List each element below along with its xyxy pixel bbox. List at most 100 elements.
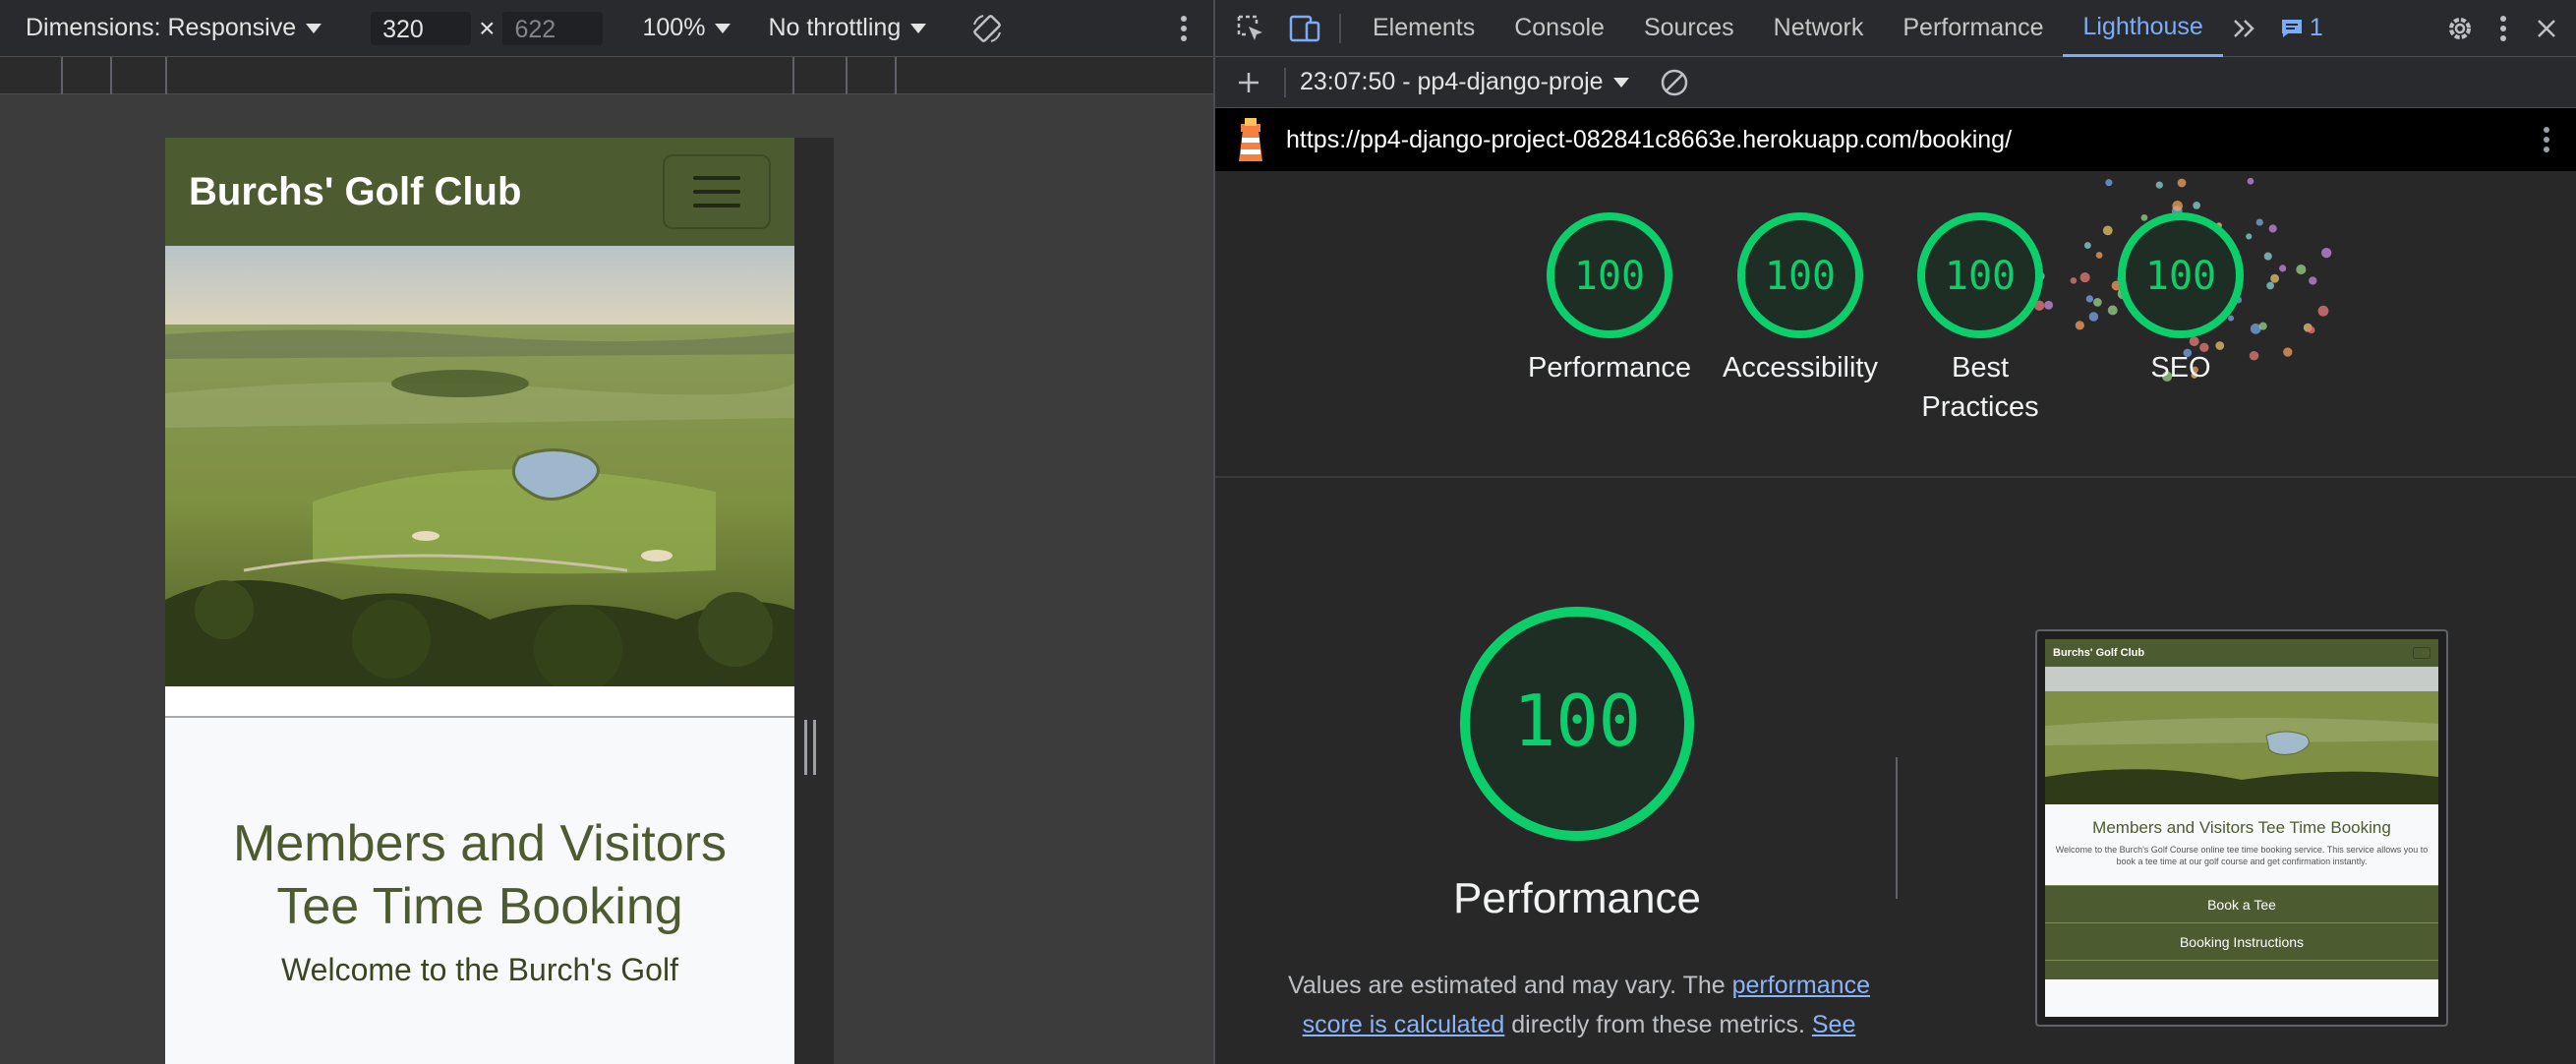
confetti-dot bbox=[2070, 277, 2078, 284]
confetti-decoration bbox=[2033, 177, 2332, 382]
dimensions-dropdown[interactable]: Dimensions: Responsive bbox=[26, 14, 322, 42]
gauge-accessibility-label: Accessibility bbox=[1723, 352, 1878, 384]
throttling-label: No throttling bbox=[768, 14, 902, 41]
issues-count: 1 bbox=[2309, 14, 2323, 41]
site-navbar: Burchs' Golf Club bbox=[165, 138, 794, 246]
gauge-seo-label: SEO bbox=[2150, 352, 2211, 384]
tab-sources[interactable]: Sources bbox=[1624, 0, 1754, 57]
gauge-seo[interactable]: 100 SEO bbox=[2092, 210, 2269, 387]
chevron-down-icon bbox=[715, 23, 732, 33]
clear-all-icon[interactable] bbox=[1653, 61, 1696, 104]
welcome-text: Welcome to the Burch's Golf bbox=[281, 952, 678, 987]
confetti-dot bbox=[2155, 181, 2163, 189]
report-selector-label: 23:07:50 - pp4-django-proje bbox=[1300, 68, 1604, 95]
gauge-performance-value: 100 bbox=[1574, 254, 1645, 299]
confetti-dot bbox=[2079, 271, 2090, 283]
inspect-element-icon[interactable] bbox=[1229, 7, 1272, 50]
section-divider bbox=[1896, 757, 1898, 899]
zoom-dropdown[interactable]: 100% bbox=[642, 14, 732, 42]
confetti-dot bbox=[2193, 201, 2201, 209]
report-menu-icon[interactable] bbox=[2525, 118, 2568, 161]
thumb-brand: Burchs' Golf Club bbox=[2053, 647, 2145, 659]
thumb-navbar: Burchs' Golf Club bbox=[2045, 639, 2438, 667]
ruler-tick bbox=[895, 57, 897, 94]
performance-big-score: 100 bbox=[1513, 680, 1641, 762]
thumb-hamburger-icon bbox=[2413, 647, 2430, 659]
media-query-ruler[interactable] bbox=[0, 57, 1213, 94]
hero-image bbox=[165, 246, 794, 686]
final-screenshot-thumbnail[interactable]: Burchs' Golf Club Members and Visitors T… bbox=[2035, 629, 2448, 1027]
message-icon bbox=[2281, 19, 2302, 37]
confetti-dot bbox=[2279, 265, 2287, 272]
devtools-pane: Elements Console Sources Network Perform… bbox=[1215, 0, 2576, 1064]
thumb-title: Members and Visitors Tee Time Booking bbox=[2092, 818, 2391, 837]
ruler-tick bbox=[110, 57, 112, 94]
site-brand[interactable]: Burchs' Golf Club bbox=[189, 170, 521, 214]
gauge-best-practices-value: 100 bbox=[1945, 254, 2016, 299]
perf-desc-text-2: directly from these metrics. bbox=[1504, 1011, 1812, 1038]
report-selector-dropdown[interactable]: 23:07:50 - pp4-django-proje bbox=[1300, 68, 1629, 96]
report-url[interactable]: https://pp4-django-project-082841c8663e.… bbox=[1286, 126, 2012, 154]
device-toolbar: Dimensions: Responsive 320 × 622 100% No… bbox=[0, 0, 1213, 57]
zoom-label: 100% bbox=[642, 14, 706, 41]
gauge-best-practices[interactable]: 100 Best Practices bbox=[1902, 210, 2059, 427]
hamburger-menu-icon[interactable] bbox=[663, 154, 771, 229]
chevron-down-icon bbox=[910, 23, 927, 33]
toolbar-divider bbox=[1339, 13, 1341, 43]
ruler-tick bbox=[846, 57, 848, 94]
confetti-dot bbox=[2270, 273, 2280, 283]
thumb-more-button bbox=[2045, 960, 2438, 979]
times-sign: × bbox=[479, 12, 496, 43]
height-input[interactable]: 622 bbox=[502, 11, 604, 45]
devtools-tabbar: Elements Console Sources Network Perform… bbox=[1215, 0, 2576, 57]
device-emulation-pane: Dimensions: Responsive 320 × 622 100% No… bbox=[0, 0, 1213, 1064]
width-input[interactable]: 320 bbox=[371, 11, 472, 45]
more-tabs-icon[interactable] bbox=[2223, 7, 2266, 50]
performance-title: Performance bbox=[1453, 874, 1701, 922]
new-report-plus-icon[interactable] bbox=[1227, 61, 1270, 104]
lighthouse-toolbar: 23:07:50 - pp4-django-proje bbox=[1215, 57, 2576, 108]
thumb-booking-instructions-button: Booking Instructions bbox=[2045, 922, 2438, 960]
issues-badge[interactable]: 1 bbox=[2280, 14, 2323, 42]
ruler-tick bbox=[165, 57, 167, 94]
confetti-dot bbox=[2247, 177, 2254, 185]
confetti-dot bbox=[2321, 247, 2332, 259]
throttling-dropdown[interactable]: No throttling bbox=[768, 14, 927, 42]
confetti-dot bbox=[2308, 325, 2315, 334]
chevron-down-icon bbox=[1612, 77, 1629, 88]
confetti-dot bbox=[2283, 347, 2293, 357]
thumb-subtitle: Welcome to the Burch's Golf Course onlin… bbox=[2055, 845, 2429, 866]
thumb-hero-image bbox=[2045, 667, 2438, 804]
confetti-dot bbox=[2177, 178, 2187, 188]
gauge-best-practices-label: Best Practices bbox=[1921, 352, 2039, 423]
gauge-performance-label: Performance bbox=[1527, 352, 1691, 384]
emulated-viewport[interactable]: Burchs' Golf Club Members and Visitors T… bbox=[165, 138, 794, 1064]
tab-network[interactable]: Network bbox=[1754, 0, 1884, 57]
settings-gear-icon[interactable] bbox=[2438, 7, 2482, 50]
tab-console[interactable]: Console bbox=[1494, 0, 1624, 57]
performance-category: 100 Performance Values are estimated and… bbox=[1215, 478, 2576, 1064]
toolbar-divider bbox=[1284, 67, 1286, 97]
see-calculator-link[interactable]: See bbox=[1812, 1011, 1855, 1038]
performance-description: Values are estimated and may vary. The p… bbox=[1255, 966, 1903, 1044]
customize-menu-icon[interactable] bbox=[2482, 7, 2525, 50]
score-summary: 100 Performance 100 Accessibility 100 Be… bbox=[1215, 171, 2576, 478]
close-icon[interactable] bbox=[2525, 7, 2568, 50]
tab-elements[interactable]: Elements bbox=[1353, 0, 1494, 57]
performance-big-gauge: 100 Performance bbox=[1430, 604, 1725, 923]
ruler-tick bbox=[61, 57, 63, 94]
tab-lighthouse[interactable]: Lighthouse bbox=[2063, 0, 2223, 57]
confetti-dot bbox=[2268, 224, 2277, 233]
confetti-dot bbox=[2317, 305, 2329, 317]
device-toggle-icon[interactable] bbox=[1284, 7, 1327, 50]
gauge-accessibility[interactable]: 100 Accessibility bbox=[1712, 210, 1889, 387]
tab-performance[interactable]: Performance bbox=[1883, 0, 2063, 57]
perf-desc-text-1: Values are estimated and may vary. The bbox=[1288, 972, 1732, 999]
hero-separator bbox=[165, 686, 794, 718]
rotate-icon[interactable] bbox=[966, 7, 1009, 50]
chevron-down-icon bbox=[306, 23, 322, 33]
confetti-dot bbox=[2105, 179, 2113, 187]
more-options-icon[interactable] bbox=[1162, 7, 1205, 50]
resize-handle[interactable] bbox=[804, 720, 816, 775]
gauge-performance[interactable]: 100 Performance bbox=[1521, 210, 1698, 387]
